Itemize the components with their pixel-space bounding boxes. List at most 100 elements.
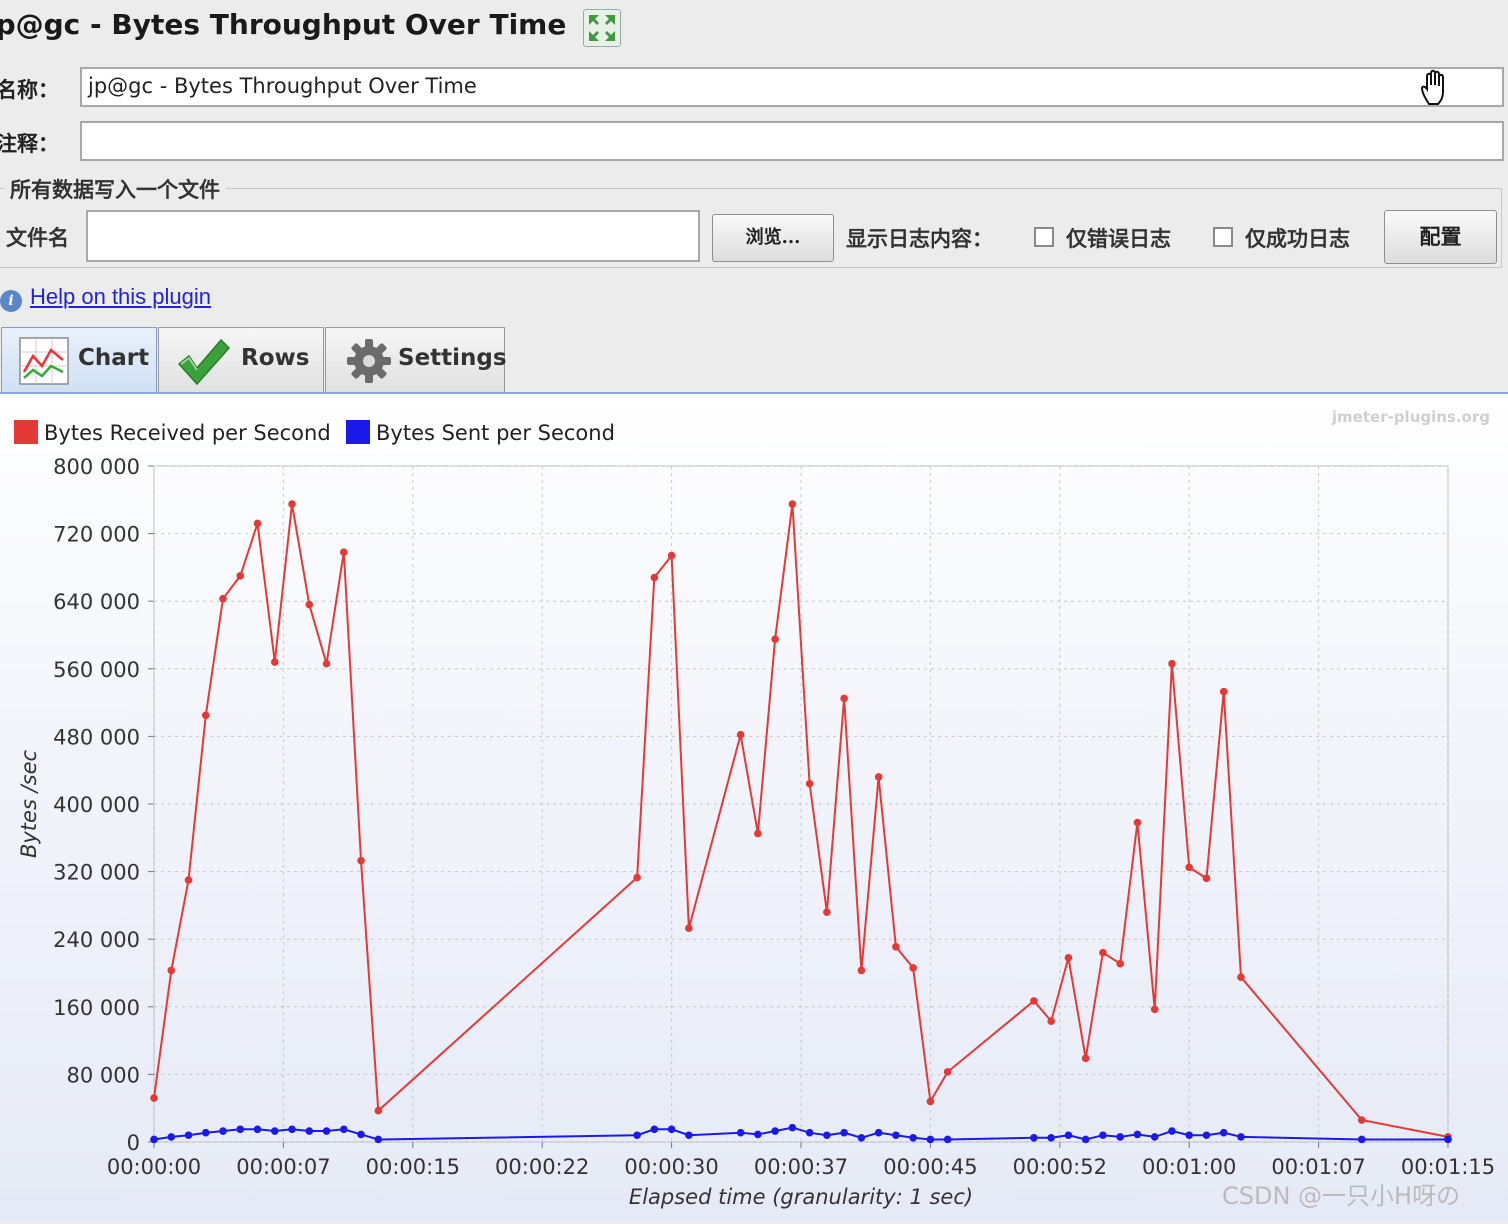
received-data-point: [357, 856, 365, 865]
received-data-point: [1081, 1054, 1090, 1063]
y-tick-label: 800 000: [53, 455, 140, 479]
success-only-checkbox[interactable]: [1213, 227, 1233, 247]
received-data-point: [926, 1097, 935, 1106]
sent-data-point: [633, 1131, 641, 1140]
sent-data-point: [650, 1125, 659, 1134]
sent-data-point: [167, 1133, 176, 1141]
received-data-point: [754, 829, 762, 838]
help-link[interactable]: Help on this plugin: [30, 284, 211, 310]
x-tick-label: 00:00:07: [236, 1155, 330, 1179]
sent-data-point: [943, 1135, 952, 1144]
configure-button[interactable]: 配置: [1384, 210, 1497, 264]
received-data-point: [1357, 1116, 1366, 1124]
sent-data-point: [685, 1131, 693, 1140]
y-tick-label: 160 000: [53, 996, 140, 1020]
checkmark-icon: [175, 336, 231, 386]
y-tick-label: 80 000: [67, 1063, 140, 1087]
received-data-point: [339, 548, 348, 556]
received-data-point: [236, 572, 245, 580]
legend-label: Bytes Received per Second: [44, 421, 331, 445]
errors-only-label: 仅错误日志: [1066, 226, 1171, 251]
received-data-point: [288, 500, 296, 508]
sent-data-point: [1081, 1135, 1090, 1144]
received-data-point: [253, 519, 262, 528]
received-data-point: [633, 873, 641, 882]
received-data-point: [771, 635, 779, 644]
sent-data-point: [1444, 1135, 1452, 1144]
tab-rows[interactable]: Rows: [158, 327, 324, 393]
sent-data-point: [184, 1131, 193, 1140]
x-axis-label: Elapsed time (granularity: 1 sec): [629, 1185, 973, 1209]
sent-data-point: [805, 1128, 814, 1137]
sent-data-point: [1030, 1133, 1038, 1142]
received-data-point: [1219, 687, 1228, 696]
received-data-point: [1047, 1017, 1055, 1025]
chart-panel: 0 80 000 160 000 240 000 320 000 400 000 480 0…: [0, 392, 1508, 1220]
received-data-point: [788, 500, 797, 508]
received-data-point: [1237, 973, 1245, 982]
sent-data-point: [840, 1128, 848, 1137]
window-title: jp@gc - Bytes Throughput Over Time: [0, 8, 567, 41]
sent-data-point: [357, 1130, 365, 1139]
sent-data-point: [754, 1130, 762, 1139]
received-data-point: [322, 659, 331, 668]
tab-settings[interactable]: Settings: [325, 327, 507, 393]
received-data-point: [1116, 959, 1124, 968]
sent-data-point: [1133, 1130, 1142, 1139]
received-data-point: [1030, 997, 1038, 1005]
sent-data-point: [857, 1133, 866, 1142]
y-tick-label: 0: [127, 1131, 140, 1155]
sent-data-point: [1237, 1133, 1245, 1141]
filename-label: 文件名: [6, 225, 69, 250]
title-bar: jp@gc - Bytes Throughput Over Time: [0, 0, 1508, 56]
browse-button[interactable]: 浏览...: [712, 214, 834, 262]
sent-data-point: [219, 1127, 227, 1135]
expand-icon[interactable]: [583, 9, 621, 47]
gear-icon: [344, 336, 396, 386]
x-tick-label: 00:00:30: [624, 1155, 718, 1179]
file-section-title: 所有数据写入一个文件: [4, 174, 226, 204]
sent-data-point: [736, 1128, 745, 1137]
info-icon: i: [0, 290, 22, 312]
sent-data-point: [788, 1123, 797, 1132]
sent-data-point: [771, 1127, 779, 1135]
sent-data-point: [339, 1125, 348, 1134]
received-data-point: [909, 964, 917, 972]
sent-data-point: [288, 1125, 296, 1134]
x-tick-label: 00:00:45: [883, 1155, 977, 1179]
sent-data-point: [1168, 1127, 1176, 1135]
received-data-point: [374, 1106, 383, 1115]
name-label: 名称：: [0, 78, 59, 102]
sent-data-point: [1047, 1133, 1055, 1142]
sent-data-point: [305, 1127, 314, 1135]
received-data-point: [1168, 659, 1176, 668]
tab-chart[interactable]: Chart: [1, 327, 157, 395]
throughput-chart: 0 80 000 160 000 240 000 320 000 400 000 480 0…: [14, 408, 1495, 1209]
sent-data-point: [1202, 1131, 1211, 1140]
received-data-point: [857, 966, 866, 975]
sent-data-point: [150, 1135, 158, 1144]
sent-data-point: [926, 1135, 935, 1144]
received-data-point: [184, 876, 193, 884]
errors-only-checkbox[interactable]: [1034, 227, 1054, 247]
sent-data-point: [823, 1131, 831, 1140]
received-data-point: [892, 943, 900, 951]
filename-field[interactable]: [86, 210, 700, 262]
received-data-point: [685, 924, 693, 933]
log-display-label: 显示日志内容：: [846, 226, 993, 251]
sent-data-point: [253, 1125, 262, 1134]
received-data-point: [150, 1094, 158, 1102]
received-data-point: [270, 658, 279, 666]
sent-data-point: [667, 1125, 676, 1134]
legend-label: Bytes Sent per Second: [376, 421, 615, 445]
received-data-point: [1133, 818, 1142, 827]
x-tick-label: 00:00:22: [495, 1155, 589, 1179]
comment-field[interactable]: [80, 121, 1504, 161]
watermark: CSDN @一只小H呀の: [1222, 1182, 1461, 1210]
success-only-label: 仅成功日志: [1245, 226, 1350, 251]
y-tick-label: 640 000: [53, 590, 140, 614]
y-tick-label: 320 000: [53, 861, 140, 885]
name-field[interactable]: jp@gc - Bytes Throughput Over Time: [80, 67, 1504, 107]
y-tick-label: 240 000: [53, 928, 140, 952]
sent-data-point: [322, 1127, 331, 1135]
